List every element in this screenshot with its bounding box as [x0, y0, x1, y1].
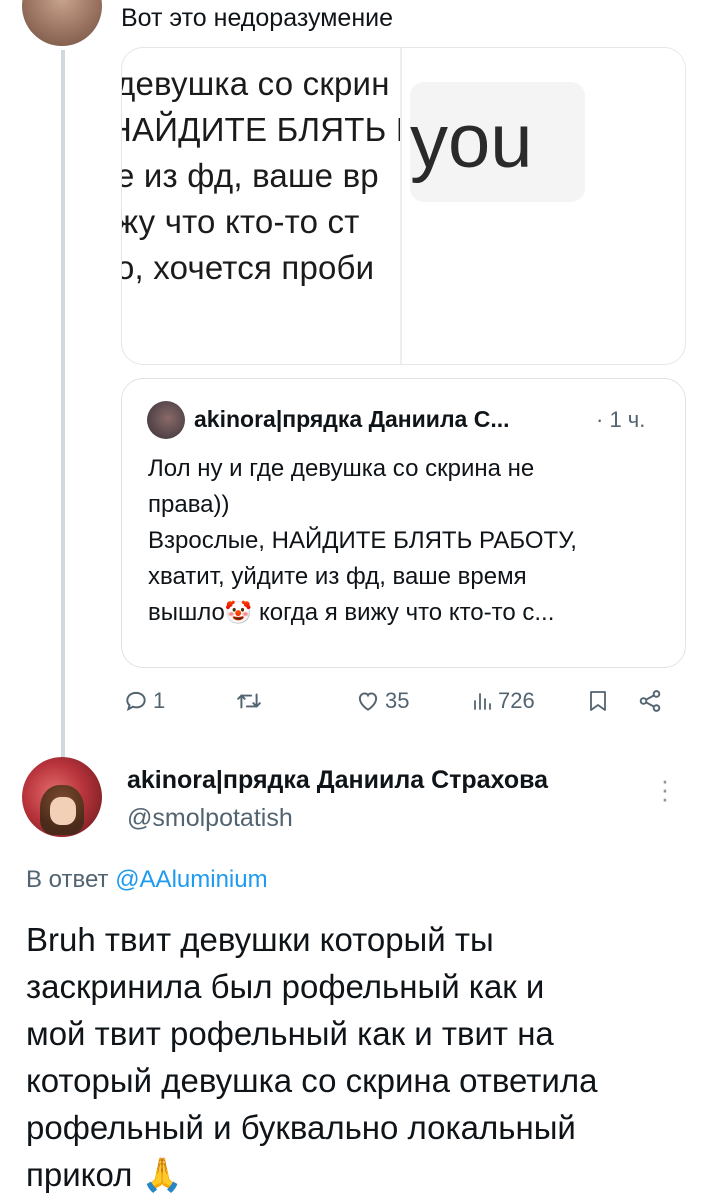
media-text-line: девушка со скрин: [122, 65, 390, 102]
media-screenshot-left: девушка со скрин НАЙДИТЕ БЛЯТЬ Р е из фд…: [122, 48, 402, 364]
more-options-icon[interactable]: · · ·: [653, 767, 677, 816]
tweet-text: Вот это недоразумение: [121, 4, 393, 32]
media-text-line: е из фд, ваше вр: [122, 157, 379, 194]
media-screenshot-right: you: [402, 48, 685, 364]
quoted-author-name: akinora|прядка Даниила С...: [194, 406, 510, 432]
retweet-button[interactable]: [234, 688, 268, 714]
quoted-text-line: Взрослые, НАЙДИТЕ БЛЯТЬ РАБОТУ,: [148, 527, 577, 554]
media-text-line: НАЙДИТЕ БЛЯТЬ Р: [122, 111, 402, 148]
quoted-text-line: права)): [148, 491, 230, 518]
reply-button[interactable]: 1: [123, 688, 165, 714]
tweet-text-line: прикол 🙏: [26, 1151, 696, 1198]
quoted-text-line: хватит, уйдите из фд, ваше время: [148, 563, 527, 590]
like-button[interactable]: 35: [355, 688, 409, 714]
share-icon: [639, 690, 661, 712]
time-value: 1 ч.: [609, 407, 646, 432]
bookmark-icon: [590, 691, 606, 711]
replying-to: В ответ @AAluminium: [26, 866, 268, 894]
you-label-text: you: [410, 99, 533, 184]
retweet-icon: [237, 693, 261, 709]
tweet-text-line: который девушка со скрина ответила: [26, 1062, 598, 1099]
clown-emoji-icon: 🤡: [224, 600, 253, 625]
quoted-avatar: [147, 401, 185, 439]
reply-mention-link[interactable]: @AAluminium: [115, 866, 267, 893]
reply-author-name[interactable]: akinora|прядка Даниила Страхова: [127, 766, 548, 795]
reply-author-handle[interactable]: @smolpotatish: [127, 804, 293, 833]
tweet-action-bar: 1 35 726: [121, 688, 691, 728]
tweet-text-part: прикол: [26, 1156, 142, 1193]
time-separator: ·: [596, 407, 604, 432]
quoted-text-line: Лол ну и где девушка со скрина не: [148, 455, 535, 482]
quoted-timestamp: · 1 ч.: [596, 407, 645, 433]
quoted-text-line: вышло🤡 когда я вижу что кто-то с...: [148, 595, 668, 631]
views-count: 726: [498, 688, 535, 713]
bookmark-button[interactable]: [587, 688, 609, 714]
heart-icon: [358, 692, 378, 711]
quoted-tweet-card[interactable]: akinora|прядка Даниила С... · 1 ч. Лол н…: [121, 378, 686, 668]
replying-to-label: В ответ: [26, 866, 116, 893]
pray-emoji-icon: 🙏: [141, 1156, 183, 1193]
media-text-line: о, хочется проби: [122, 249, 375, 286]
tweet-text-line: рофельный и буквально локальный: [26, 1109, 576, 1146]
reply-tweet-text: Bruh твит девушки который ты заскринила …: [26, 916, 696, 1198]
like-count: 35: [385, 688, 410, 713]
analytics-icon: [474, 693, 491, 710]
media-text-line: жу что кто-то ст: [122, 203, 360, 240]
tweet-text-line: Bruh твит девушки который ты: [26, 921, 494, 958]
tweet-media-image[interactable]: девушка со скрин НАЙДИТЕ БЛЯТЬ Р е из фд…: [121, 47, 686, 365]
quoted-text-part: вышло: [148, 599, 225, 626]
quoted-text-part: когда я вижу что кто-то с...: [252, 599, 555, 626]
reply-count: 1: [153, 688, 166, 713]
tweet-text-line: мой твит рофельный как и твит на: [26, 1015, 554, 1052]
avatar[interactable]: [22, 0, 102, 46]
share-button[interactable]: [637, 688, 663, 714]
reply-icon: [126, 691, 146, 712]
thread-connector-line: [61, 50, 65, 762]
tweet-text-line: заскринила был рофельный как и: [26, 968, 545, 1005]
reply-author-avatar[interactable]: [22, 757, 102, 837]
quoted-tweet-text: Лол ну и где девушка со скрина не права)…: [148, 451, 668, 631]
views-button[interactable]: 726: [470, 688, 535, 714]
avatar-art: [50, 797, 76, 825]
you-label: you: [410, 82, 585, 202]
